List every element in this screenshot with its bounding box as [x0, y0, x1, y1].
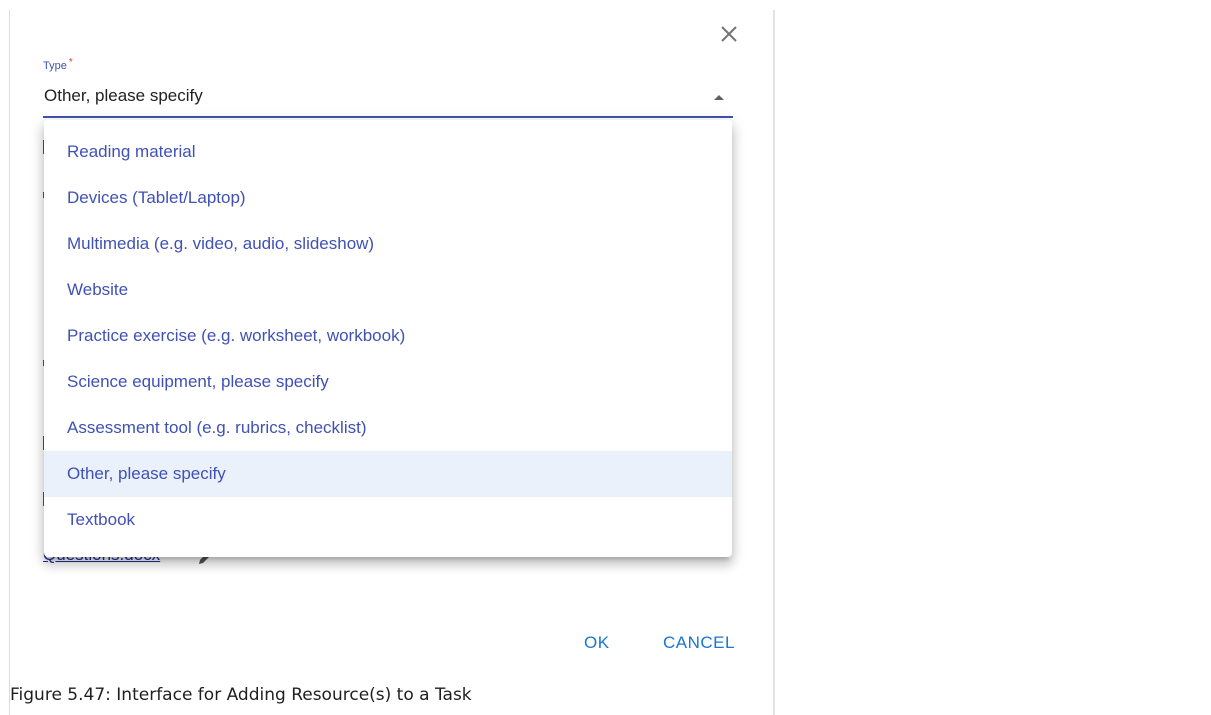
type-dropdown-menu: Reading material Devices (Tablet/Laptop) M…: [44, 120, 732, 557]
dropdown-option[interactable]: Multimedia (e.g. video, audio, slideshow…: [44, 221, 732, 267]
dropdown-option[interactable]: Textbook: [44, 497, 732, 543]
ok-button[interactable]: OK: [584, 633, 610, 653]
page-divider: [773, 10, 775, 715]
dropdown-option[interactable]: Practice exercise (e.g. worksheet, workb…: [44, 313, 732, 359]
type-field-label: Type *: [43, 57, 73, 72]
dropdown-option[interactable]: Science equipment, please specify: [44, 359, 732, 405]
type-select[interactable]: Other, please specify: [43, 80, 733, 118]
type-select-value: Other, please specify: [44, 86, 203, 105]
dropdown-option[interactable]: Assessment tool (e.g. rubrics, checklist…: [44, 405, 732, 451]
dropdown-option[interactable]: Devices (Tablet/Laptop): [44, 175, 732, 221]
dropdown-option[interactable]: Website: [44, 267, 732, 313]
dropdown-option[interactable]: Reading material: [44, 129, 732, 175]
figure-caption: Figure 5.47: Interface for Adding Resour…: [10, 685, 472, 705]
close-button[interactable]: [714, 19, 744, 49]
dropdown-option[interactable]: Other, please specify: [44, 451, 732, 497]
arrow-up-icon: [714, 95, 724, 100]
cancel-button[interactable]: CANCEL: [663, 633, 735, 653]
type-label-text: Type: [43, 60, 67, 72]
required-marker: *: [68, 57, 73, 68]
dialog-left-border: [9, 10, 10, 715]
close-icon: [721, 26, 737, 42]
dialog-container: Type* Other, please specify Questions.do…: [0, 0, 1211, 715]
